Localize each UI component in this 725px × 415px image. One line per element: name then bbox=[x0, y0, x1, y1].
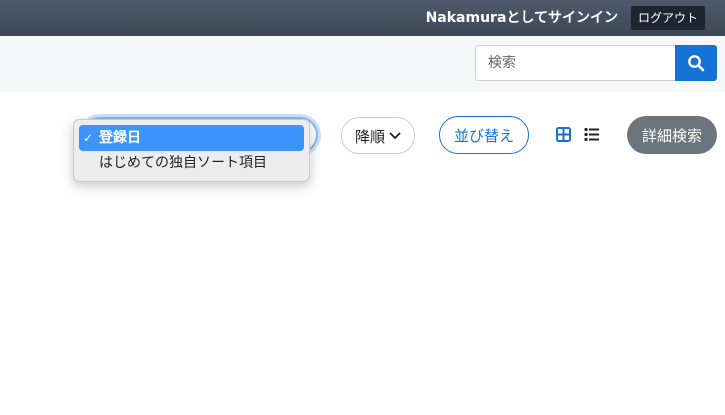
checkmark-icon: ✓ bbox=[83, 131, 94, 145]
search-bar bbox=[0, 36, 725, 92]
advanced-search-button[interactable]: 詳細検索 bbox=[627, 116, 717, 154]
sort-order-label: 降順 bbox=[355, 128, 386, 146]
logout-button[interactable]: ログアウト bbox=[630, 6, 705, 30]
chevron-down-icon bbox=[389, 132, 401, 140]
grid-view-icon[interactable] bbox=[556, 127, 571, 146]
search-button[interactable] bbox=[675, 45, 717, 81]
sort-option-registration-date[interactable]: ✓ 登録日 bbox=[79, 125, 304, 151]
search-icon bbox=[688, 55, 705, 72]
top-header: Nakamuraとしてサインイン ログアウト bbox=[0, 0, 725, 36]
list-view-icon[interactable] bbox=[584, 127, 599, 146]
sort-option-label: 登録日 bbox=[99, 130, 141, 146]
sort-option-custom-field[interactable]: はじめての独自ソート項目 bbox=[79, 150, 304, 176]
search-input[interactable] bbox=[475, 45, 675, 81]
sort-button[interactable]: 並び替え bbox=[439, 116, 529, 154]
sort-field-dropdown-menu: ✓ 登録日 はじめての独自ソート項目 bbox=[73, 119, 310, 182]
sort-option-label: はじめての独自ソート項目 bbox=[99, 155, 267, 171]
signed-in-user-text: Nakamuraとしてサインイン bbox=[425, 10, 618, 26]
sort-order-select[interactable]: 降順 bbox=[341, 117, 415, 154]
